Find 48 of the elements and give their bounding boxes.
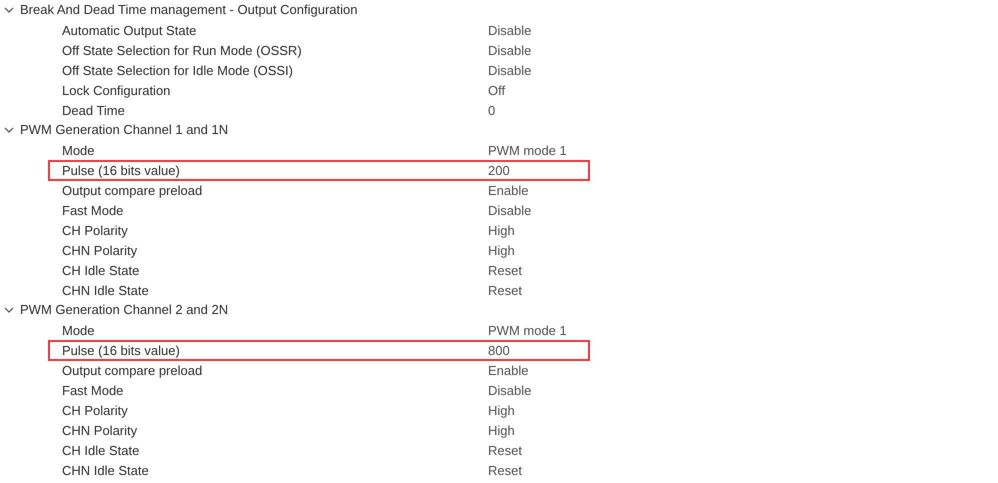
property-label: Dead Time — [61, 102, 126, 120]
property-value[interactable]: High — [488, 400, 515, 420]
property-value[interactable]: Disable — [488, 380, 532, 400]
property-label: Off State Selection for Run Mode (OSSR) — [61, 42, 303, 60]
chevron-down-icon[interactable] — [4, 7, 14, 13]
property-label: Fast Mode — [61, 382, 124, 400]
property-label: Mode — [61, 142, 96, 160]
property-label: CH Idle State — [61, 442, 140, 460]
property-label: CHN Polarity — [61, 242, 138, 260]
property-label: Fast Mode — [61, 202, 124, 220]
property-label: Lock Configuration — [61, 82, 172, 100]
property-value[interactable]: Disable — [488, 40, 532, 60]
property-label: Output compare preload — [61, 182, 204, 200]
property-value[interactable]: Enable — [488, 180, 528, 200]
property-label: Pulse (16 bits value) — [61, 342, 181, 360]
property-label: Output compare preload — [61, 362, 204, 380]
property-label: CHN Idle State — [61, 462, 150, 480]
property-value[interactable]: Reset — [488, 460, 522, 480]
property-value[interactable]: Disable — [488, 20, 532, 40]
property-value[interactable]: 200 — [488, 160, 510, 180]
property-label: CHN Idle State — [61, 282, 150, 300]
property-value[interactable]: Enable — [488, 360, 528, 380]
property-label: Automatic Output State — [61, 22, 198, 40]
property-value[interactable]: 0 — [488, 100, 496, 120]
property-label: Off State Selection for Idle Mode (OSSI) — [61, 62, 294, 80]
property-value[interactable]: Disable — [488, 60, 532, 80]
property-label: CH Polarity — [61, 402, 129, 420]
property-label: Pulse (16 bits value) — [61, 162, 181, 180]
property-value[interactable]: High — [488, 420, 515, 440]
property-label: CH Idle State — [61, 262, 140, 280]
property-value[interactable]: PWM mode 1 — [488, 320, 567, 340]
property-value[interactable]: Reset — [488, 280, 522, 300]
property-label: CHN Polarity — [61, 422, 138, 440]
group-header[interactable]: PWM Generation Channel 1 and 1N — [20, 120, 228, 140]
property-value[interactable]: Off — [488, 80, 506, 100]
chevron-down-icon[interactable] — [4, 307, 14, 313]
chevron-down-icon[interactable] — [4, 127, 14, 133]
property-value[interactable]: High — [488, 240, 515, 260]
group-header[interactable]: PWM Generation Channel 2 and 2N — [20, 300, 228, 320]
property-value[interactable]: Disable — [488, 200, 532, 220]
group-header[interactable]: Break And Dead Time management - Output Configuration — [20, 0, 358, 20]
property-value[interactable]: Reset — [488, 260, 522, 280]
property-value[interactable]: PWM mode 1 — [488, 140, 567, 160]
property-label: Mode — [61, 322, 96, 340]
property-value[interactable]: High — [488, 220, 515, 240]
property-label: CH Polarity — [61, 222, 129, 240]
property-value[interactable]: Reset — [488, 440, 522, 460]
property-value[interactable]: 800 — [488, 340, 510, 360]
